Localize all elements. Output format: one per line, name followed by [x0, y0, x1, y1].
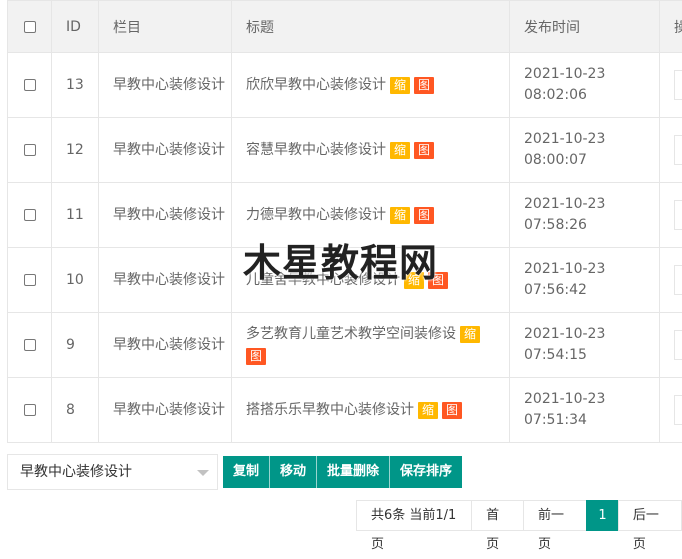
sort-input[interactable]: [674, 395, 682, 425]
row-category: 早教中心装修设计: [99, 183, 232, 248]
batch-action-group: 复制 移动 批量删除 保存排序: [223, 456, 462, 488]
row-title-link[interactable]: 力德早教中心装修设计: [246, 207, 386, 223]
row-checkbox[interactable]: [24, 339, 36, 351]
row-category: 早教中心装修设计: [99, 53, 232, 118]
sort-input[interactable]: [674, 330, 682, 360]
next-page-button[interactable]: 后一页: [618, 500, 682, 531]
prev-page-button[interactable]: 前一页: [523, 500, 587, 531]
row-category: 早教中心装修设计: [99, 248, 232, 313]
row-title-link[interactable]: 容慧早教中心装修设计: [246, 142, 386, 158]
header-time: 发布时间: [510, 1, 660, 53]
image-tag: 图: [246, 348, 266, 365]
first-page-button[interactable]: 首页: [471, 500, 524, 531]
sort-input[interactable]: [674, 135, 682, 165]
sort-input[interactable]: [674, 70, 682, 100]
sort-input[interactable]: [674, 265, 682, 295]
thumbnail-tag: 缩: [390, 207, 410, 224]
image-tag: 图: [414, 142, 434, 159]
row-title-cell: 多艺教育儿童艺术教学空间装修设缩图: [232, 313, 510, 378]
category-select-value: 早教中心装修设计: [20, 464, 132, 480]
image-tag: 图: [414, 77, 434, 94]
row-id: 10: [52, 248, 99, 313]
thumbnail-tag: 缩: [418, 402, 438, 419]
article-table-container: ID 栏目 标题 发布时间 操 13 早教中心装修设计 欣欣早教中心装修设计缩图…: [7, 0, 682, 443]
article-table: ID 栏目 标题 发布时间 操 13 早教中心装修设计 欣欣早教中心装修设计缩图…: [7, 0, 682, 443]
row-checkbox[interactable]: [24, 79, 36, 91]
copy-button[interactable]: 复制: [223, 456, 270, 488]
row-title-link[interactable]: 搭搭乐乐早教中心装修设计: [246, 402, 414, 418]
row-time: 2021-10-23 07:54:15: [510, 313, 660, 378]
move-button[interactable]: 移动: [270, 456, 317, 488]
row-id: 11: [52, 183, 99, 248]
row-title-link[interactable]: 欣欣早教中心装修设计: [246, 77, 386, 93]
image-tag: 图: [414, 207, 434, 224]
row-checkbox[interactable]: [24, 209, 36, 221]
pagination: 共6条 当前1/1页 首页 前一页 1 后一页: [357, 500, 682, 531]
header-action: 操: [660, 1, 682, 53]
row-title-link[interactable]: 多艺教育儿童艺术教学空间装修设: [246, 326, 456, 342]
row-category: 早教中心装修设计: [99, 118, 232, 183]
chevron-down-icon: [197, 470, 209, 476]
table-row: 11 早教中心装修设计 力德早教中心装修设计缩图 2021-10-23 07:5…: [8, 183, 682, 248]
row-id: 12: [52, 118, 99, 183]
category-select[interactable]: 早教中心装修设计: [7, 454, 218, 490]
row-checkbox[interactable]: [24, 144, 36, 156]
header-title: 标题: [232, 1, 510, 53]
row-time: 2021-10-23 08:02:06: [510, 53, 660, 118]
batch-delete-button[interactable]: 批量删除: [317, 456, 390, 488]
thumbnail-tag: 缩: [390, 142, 410, 159]
header-category: 栏目: [99, 1, 232, 53]
row-time: 2021-10-23 08:00:07: [510, 118, 660, 183]
row-title-cell: 搭搭乐乐早教中心装修设计缩图: [232, 378, 510, 443]
watermark-text: 木星教程网: [243, 241, 438, 285]
row-title-cell: 容慧早教中心装修设计缩图: [232, 118, 510, 183]
table-row: 8 早教中心装修设计 搭搭乐乐早教中心装修设计缩图 2021-10-23 07:…: [8, 378, 682, 443]
row-title-cell: 力德早教中心装修设计缩图: [232, 183, 510, 248]
thumbnail-tag: 缩: [390, 77, 410, 94]
row-category: 早教中心装修设计: [99, 378, 232, 443]
header-id[interactable]: ID: [52, 1, 99, 53]
row-time: 2021-10-23 07:58:26: [510, 183, 660, 248]
row-checkbox[interactable]: [24, 404, 36, 416]
table-header-row: ID 栏目 标题 发布时间 操: [8, 1, 682, 53]
row-time: 2021-10-23 07:51:34: [510, 378, 660, 443]
table-row: 9 早教中心装修设计 多艺教育儿童艺术教学空间装修设缩图 2021-10-23 …: [8, 313, 682, 378]
row-category: 早教中心装修设计: [99, 313, 232, 378]
current-page-button[interactable]: 1: [586, 500, 619, 531]
row-id: 8: [52, 378, 99, 443]
row-time: 2021-10-23 07:56:42: [510, 248, 660, 313]
table-row: 13 早教中心装修设计 欣欣早教中心装修设计缩图 2021-10-23 08:0…: [8, 53, 682, 118]
row-id: 9: [52, 313, 99, 378]
table-row: 12 早教中心装修设计 容慧早教中心装修设计缩图 2021-10-23 08:0…: [8, 118, 682, 183]
sort-input[interactable]: [674, 200, 682, 230]
thumbnail-tag: 缩: [460, 326, 480, 343]
save-order-button[interactable]: 保存排序: [390, 456, 462, 488]
pagination-summary: 共6条 当前1/1页: [356, 500, 472, 531]
row-title-cell: 欣欣早教中心装修设计缩图: [232, 53, 510, 118]
select-all-checkbox[interactable]: [24, 21, 36, 33]
select-all-cell: [8, 1, 52, 53]
image-tag: 图: [442, 402, 462, 419]
row-id: 13: [52, 53, 99, 118]
row-checkbox[interactable]: [24, 274, 36, 286]
